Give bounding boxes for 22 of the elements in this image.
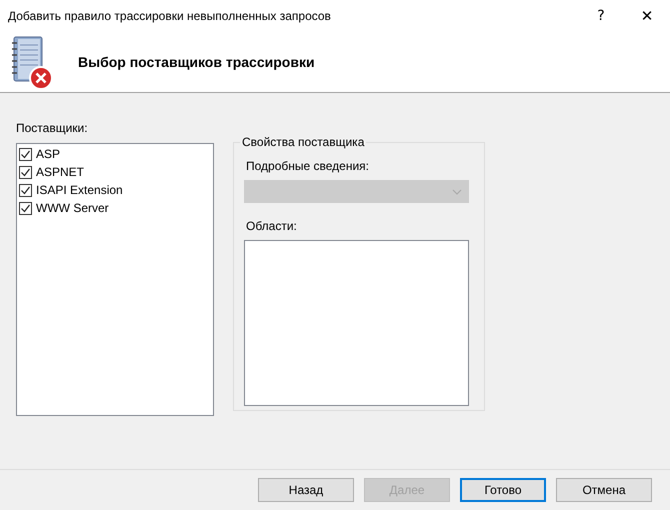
help-button[interactable]: ? (578, 0, 624, 32)
areas-label: Области: (246, 219, 298, 233)
provider-name: WWW Server (36, 201, 109, 215)
providers-label: Поставщики: (16, 121, 89, 135)
close-button[interactable]: ✕ (624, 0, 670, 32)
wizard-button[interactable]: Отмена (556, 478, 652, 502)
window-title: Добавить правило трассировки невыполненных запросов (8, 9, 332, 23)
checkbox[interactable] (19, 166, 32, 178)
provider-name: ASPNET (36, 165, 84, 179)
provider-name: ASP (36, 147, 60, 161)
provider-name: ISAPI Extension (36, 183, 123, 197)
areas-list[interactable] (244, 240, 469, 406)
wizard-button[interactable]: Назад (258, 478, 354, 502)
page-heading: Выбор поставщиков трассировки (78, 54, 315, 70)
group-legend: Свойства поставщика (240, 135, 366, 149)
caret-icon (452, 189, 462, 195)
checkbox[interactable] (19, 148, 32, 160)
checkbox[interactable] (19, 202, 32, 214)
checkbox[interactable] (19, 184, 32, 196)
wizard-button[interactable]: Готово (460, 478, 546, 502)
providers-list[interactable]: ASP ASPNET ISAPI Extension WWW Server (16, 143, 214, 416)
details-label: Подробные сведения: (246, 159, 370, 173)
